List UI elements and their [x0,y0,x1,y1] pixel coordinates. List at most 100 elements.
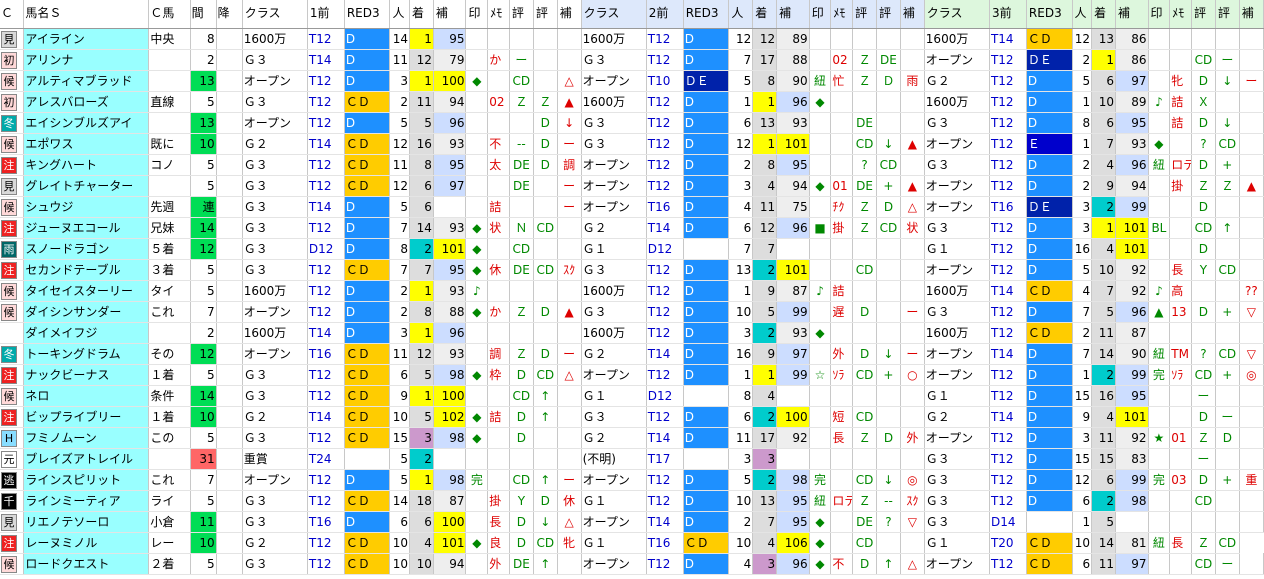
header-14[interactable]: 評 [533,0,558,29]
table-row[interactable]: 見リエノテソーロ 小倉 11 Ｇ３ T16 D 6 6 100 長 D ↓ △ オープン T14 D 2 7 95 ◆… [0,511,1264,533]
horse-name[interactable]: セカンドテーブル [23,259,150,281]
header-10[interactable]: 補 [433,0,467,29]
horse-name[interactable]: ジューヌエコール [23,217,150,239]
header-0[interactable]: Ｃ [0,0,25,29]
horse-name[interactable]: アルティマブラッド [23,70,150,92]
header-20[interactable]: 着 [752,0,778,29]
distance-cell: T12 [646,364,684,386]
table-row[interactable]: 冬トーキングドラム その 12 オープン T16 ＣＤ 11 12 93 調 Ｚ D ー Ｇ２ T14 D 16… [0,343,1264,365]
header-2[interactable]: Ｃ馬 [148,0,191,29]
horse-name[interactable]: グレイトチャーター [23,175,150,197]
header-24[interactable]: 評 [852,0,878,29]
distance-cell: T12 [307,28,345,50]
header-16[interactable]: クラス [581,0,647,29]
header-30[interactable]: 人 [1072,0,1093,29]
mark-cell [1148,385,1171,407]
horse-name[interactable]: フミノムーン [23,427,150,449]
header-32[interactable]: 補 [1115,0,1149,29]
header-35[interactable]: 評 [1191,0,1216,29]
table-row[interactable]: 候ダイシンサンダー これ 7 オープン T12 D 2 8 88 ◆ か Ｚ D ▲ Ｇ３ T12 D 10 5 99… [0,301,1264,323]
header-18[interactable]: RED3 [683,0,730,29]
table-row[interactable]: 候タイセイスターリー タイ 5 1600万 T12 D 2 1 93 ♪ 1600万 T12 D 1 9 87… [0,280,1264,302]
header-4[interactable]: 降 [216,0,243,29]
table-row[interactable]: 見グレイトチャーター 5 Ｇ３ T12 ＣＤ 12 6 97 DE ーオープン T12 D 3 4 94 ◆ 0… [0,175,1264,197]
header-8[interactable]: 人 [389,0,411,29]
table-row[interactable]: H フミノムーン この 5 Ｇ３ T12 ＣＤ 15 3 98 ◆ D Ｇ２ T14 D 11 17 92 長 Ｚ D 外… [0,427,1264,449]
pop-cell: 5 [389,469,411,491]
table-row[interactable]: 初アリンナ 2 Ｇ３ T14 D 11 12 79 かー Ｇ３ T12 D 7 17 88 02 Ｚ DE オープン… [0,49,1264,71]
horse-name[interactable]: ナックビーナス [23,364,150,386]
horse-name[interactable]: アリンナ [23,49,150,71]
horse-name[interactable]: ロードクエスト [23,553,150,575]
header-22[interactable]: 印 [809,0,832,29]
header-25[interactable]: 評 [876,0,901,29]
header-36[interactable]: 評 [1215,0,1240,29]
header-23[interactable]: ﾒﾓ [830,0,854,29]
table-row[interactable]: 注ナックビーナス １着 5 Ｇ３ T12 ＣＤ 6 5 98 ◆ 枠 D CD △ オープン T12 D 1 1 99… [0,364,1264,386]
table-row[interactable]: 候ロードクエスト ２着 5 Ｇ３ T12 ＣＤ 10 10 94 外 DE ↑ オープン T12 D 4 3 96… [0,553,1264,575]
finish-cell: 1 [409,322,434,344]
header-15[interactable]: 補 [557,0,582,29]
header-33[interactable]: 印 [1148,0,1171,29]
header-7[interactable]: RED3 [344,0,391,29]
table-row[interactable]: 候エポワス 既に 10 Ｇ２ T14 ＣＤ 12 16 93 不 -- D ー Ｇ３ T12 D 12 1 101 C… [0,133,1264,155]
table-row[interactable]: 雨スノードラゴン ５着 12 Ｇ３ D12 D 8 2 101 ◆ CD Ｇ１ D12 7 7 Ｇ１ T12 D 1… [0,238,1264,260]
header-12[interactable]: ﾒﾓ [487,0,510,29]
horse-name[interactable]: キングハート [23,154,150,176]
header-5[interactable]: クラス [242,0,308,29]
horse-name[interactable]: ラインミーティア [23,490,150,512]
table-row[interactable]: 元ブレイズアトレイル 31 重賞 T24 5 2 (不明) T17 3 3 Ｇ３ T12 D 15 15 83… [0,448,1264,470]
table-row[interactable]: 候シュウジ 先週連 Ｇ３ T14 D 5 6 詰ーオープン T16 D 4 11 75 ﾁｸ Ｚ D △ オープン… [0,196,1264,218]
table-row[interactable]: 注レーヌミノル レー 10 Ｇ２ T12 ＣＤ 10 4 101 ◆ 良 D CD 牝 Ｇ１ T16 ＣＤ 10 4… [0,532,1264,554]
header-34[interactable]: ﾒﾓ [1169,0,1192,29]
header-21[interactable]: 補 [776,0,810,29]
table-row[interactable]: 千ラインミーティア ライ 5 Ｇ３ T12 ＣＤ 14 18 87 掛 Y D 休 Ｇ１ T12 D 10 13 9… [0,490,1264,512]
horse-name[interactable]: ダイメイフジ [23,322,150,344]
horse-name[interactable]: ラインスピリット [23,469,150,491]
header-27[interactable]: クラス [924,0,990,29]
horse-name[interactable]: エイシンブルズアイ [23,112,150,134]
header-1[interactable]: 馬名Ｓ [23,0,150,29]
table-row[interactable]: 注キングハート コノ 5 Ｇ３ T12 ＣＤ 11 8 95 太 DE D 調オープン T12 D 2 8 95?… [0,154,1264,176]
horse-name[interactable]: ダイシンサンダー [23,301,150,323]
horse-name[interactable]: ビップライブリー [23,406,150,428]
horse-name[interactable]: リエノテソーロ [23,511,150,533]
horse-name[interactable]: エポワス [23,133,150,155]
horse-name[interactable]: アイライン [23,28,150,50]
horse-name[interactable]: アレスバローズ [23,91,150,113]
table-row[interactable]: 逃ラインスピリット これ 7 オープン T12 D 5 1 98 完 CD ↑ ーオープン T12 D 5 2 9… [0,469,1264,491]
header-13[interactable]: 評 [509,0,534,29]
table-row[interactable]: 初アレスバローズ 直線 5 Ｇ３ T12 ＣＤ 2 11 94 02 Ｚ Ｚ ▲ 1600万 T12 D 1 1 9… [0,91,1264,113]
header-9[interactable]: 着 [409,0,434,29]
header-37[interactable]: 補 [1239,0,1264,29]
table-row[interactable]: 注セカンドテーブル ３着 5 Ｇ３ T12 ＣＤ 7 7 95 ◆ 休 DE CD ｽｸ Ｇ３ T12 D 13 2… [0,259,1264,281]
eval1-cell: ? [1191,343,1216,365]
horse-name[interactable]: スノードラゴン [23,238,150,260]
horse-name[interactable]: レーヌミノル [23,532,150,554]
table-row[interactable]: 注ジューヌエコール 兄妹 14 Ｇ３ T12 D 7 14 93 ◆ 状 Ｎ CD Ｇ２ T14 D 6 12 96… [0,217,1264,239]
table-row[interactable]: 候アルティマブラッド 13 オープン T12 D 3 1 100 ◆ CD △ オープン T10 ＤＥ 5 8… [0,70,1264,92]
table-row[interactable]: ダイメイフジ 2 1600万 T14 D 3 1 96 1600万 T12 D 3 2 93 ◆ 1600万 T… [0,322,1264,344]
header-26[interactable]: 補 [900,0,925,29]
table-row[interactable]: 注ビップライブリー １着 10 Ｇ２ T14 ＣＤ 10 5 102 ◆ 詰 D ↑ Ｇ３ T12 D 6 2 10… [0,406,1264,428]
eval2-cell: ↓ [1215,112,1240,134]
header-29[interactable]: RED3 [1026,0,1073,29]
table-row[interactable]: 冬エイシンブルズアイ 13 オープン T12 D 5 5 96 D ↓ Ｇ３ T12 D 6 13 93 DE Ｇ… [0,112,1264,134]
hosei-cell: 94 [1115,175,1149,197]
horse-name[interactable]: タイセイスターリー [23,280,150,302]
header-19[interactable]: 人 [728,0,754,29]
header-11[interactable]: 印 [465,0,489,29]
header-17[interactable]: 2前 [646,0,684,29]
horse-name[interactable]: シュウジ [23,196,150,218]
header-31[interactable]: 着 [1091,0,1116,29]
header-6[interactable]: 1前 [307,0,345,29]
header-3[interactable]: 間 [190,0,217,29]
eval2-cell [876,532,901,554]
table-row[interactable]: 候ネロ 条件 14 Ｇ３ T12 ＣＤ 9 1 100 CD ↑ Ｇ１ D12 8 4 Ｇ１ T12 D 15 16 9… [0,385,1264,407]
horse-name[interactable]: ネロ [23,385,150,407]
hosei-cell: 92 [1115,280,1149,302]
table-row[interactable]: 見アイライン 中央 8 1600万 T12 D 14 1 95 1600万 T12 D 12 12 89 16… [0,28,1264,50]
horse-name[interactable]: ブレイズアトレイル [23,448,150,470]
horse-name[interactable]: トーキングドラム [23,343,150,365]
header-28[interactable]: 3前 [989,0,1027,29]
